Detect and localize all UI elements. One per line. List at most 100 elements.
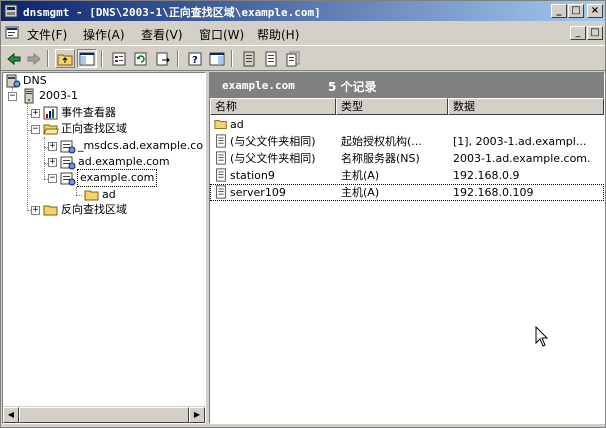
record-data: [1], 2003-1.ad.exampl... [453,135,587,148]
folder-up-icon [57,54,73,65]
properties-icon [112,52,126,65]
tree-label: 事件查看器 [61,106,116,119]
tree-connector [27,103,28,211]
scroll-left-button[interactable]: ◀ [3,407,19,423]
zone-title: example.com [222,79,295,92]
toolbar-separator [47,50,49,67]
record-type: 起始授权机构(... [341,135,422,148]
up-one-level-button[interactable] [55,49,75,68]
help-icon: ? [188,52,202,66]
expand-toggle[interactable]: + [31,206,40,215]
record-type: 主机(A) [341,186,380,199]
svg-text:?: ? [192,55,198,66]
child-maximize-button[interactable]: □ [587,26,603,40]
tree-connector [76,187,77,195]
tree-label: ad [102,188,116,201]
record-name: (与父文件夹相同) [230,135,316,148]
mmc-window: dnsmgmt - [DNS\2003-1\正向查找区域\example.com… [0,0,606,428]
tree-label: 2003-1 [39,89,78,102]
record-page-icon [265,51,277,66]
export-list-icon [156,52,170,65]
tree-label: DNS [23,74,47,87]
show-hide-action-pane-button[interactable] [207,49,227,68]
folder-open-icon [43,121,59,142]
forward-button[interactable] [24,49,44,68]
help-button[interactable]: ? [185,49,205,68]
record-data: 192.168.0.109 [453,186,534,199]
record-name: ad [230,118,244,131]
record-type: 主机(A) [341,169,380,182]
console-tree[interactable]: DNS − 2003-1 + 事件查看器 − 正向查找区域 + _msdcs.a… [2,72,206,424]
menu-file[interactable]: 文件(F) [27,26,67,43]
expand-toggle[interactable]: + [31,109,40,118]
scroll-thumb[interactable] [19,407,189,423]
expand-toggle[interactable]: + [48,142,57,151]
record-data: 2003-1.ad.example.com. [453,152,591,165]
show-hide-console-tree-button[interactable] [77,49,97,68]
record-name: (与父文件夹相同) [230,152,316,165]
record-row[interactable]: (与父文件夹相同) 名称服务器(NS) 2003-1.ad.example.co… [210,150,604,167]
tree-horizontal-scrollbar[interactable]: ◀ ▶ [3,406,205,423]
new-alias-button[interactable] [261,49,281,68]
toolbar: ? [1,45,605,71]
minimize-button[interactable]: _ [551,4,567,18]
new-host-button[interactable] [239,49,259,68]
column-header-type[interactable]: 类型 [336,98,448,115]
record-row[interactable]: station9 主机(A) 192.168.0.9 [210,167,604,184]
new-mail-exchanger-button[interactable] [283,49,303,68]
back-button[interactable] [4,49,24,68]
collapse-toggle[interactable]: − [48,174,57,183]
tree-connector [76,195,82,196]
menu-window[interactable]: 窗口(W) [199,26,244,43]
server-icon [21,88,37,109]
collapse-toggle[interactable]: − [31,125,40,134]
menu-bar: 文件(F) 操作(A) 查看(V) 窗口(W) 帮助(H) _ □ [1,22,605,44]
menu-action[interactable]: 操作(A) [83,26,125,43]
record-row[interactable]: (与父文件夹相同) 起始授权机构(... [1], 2003-1.ad.exam… [210,133,604,150]
mouse-pointer-icon [535,325,549,351]
properties-button[interactable] [109,49,129,68]
back-arrow-icon [7,52,21,65]
record-type: 名称服务器(NS) [341,152,420,165]
column-header-row: 名称 类型 数据 [210,98,604,115]
title-bar[interactable]: dnsmgmt - [DNS\2003-1\正向查找区域\example.com… [1,1,605,21]
collapse-toggle[interactable]: − [8,92,17,101]
export-list-button[interactable] [153,49,173,68]
zone-icon [60,170,76,191]
record-row[interactable]: ad [210,116,604,133]
forward-arrow-icon [27,52,41,65]
menu-view[interactable]: 查看(V) [141,26,183,43]
column-header-name[interactable]: 名称 [210,98,336,115]
record-data: 192.168.0.9 [453,169,520,182]
multiple-records-icon [286,51,300,66]
scroll-right-button[interactable]: ▶ [189,407,205,423]
maximize-button[interactable]: □ [568,4,584,18]
child-minimize-button[interactable]: _ [570,26,586,40]
record-name: station9 [230,169,275,182]
console-tree-icon [79,52,95,65]
dns-app-icon [4,4,18,18]
details-header: example.com 5 个记录 [210,73,604,98]
refresh-icon [134,52,147,65]
window-title: dnsmgmt - [DNS\2003-1\正向查找区域\example.com… [23,6,321,19]
refresh-button[interactable] [131,49,151,68]
details-pane[interactable]: example.com 5 个记录 名称 类型 数据 ad (与父文件夹相同) … [209,72,605,424]
tree-label: example.com [76,169,158,187]
toolbar-separator [177,50,179,67]
record-count: 5 个记录 [328,80,377,94]
tree-label: ad.example.com [78,155,170,168]
menu-help[interactable]: 帮助(H) [257,26,299,43]
tree-label: 正向查找区域 [61,122,127,135]
record-page-icon [243,51,255,66]
folder-icon [43,202,59,223]
record-row[interactable]: server109 主机(A) 192.168.0.109 [210,184,604,201]
close-button[interactable]: × [587,4,603,18]
tree-connector [44,137,45,179]
tree-label: _msdcs.ad.example.co [78,139,204,152]
console-icon[interactable] [5,25,21,44]
expand-toggle[interactable]: + [48,158,57,167]
column-header-data[interactable]: 数据 [448,98,604,115]
tree-label: 反向查找区域 [61,203,127,216]
action-pane-icon [209,52,225,65]
record-name: server109 [230,186,286,199]
